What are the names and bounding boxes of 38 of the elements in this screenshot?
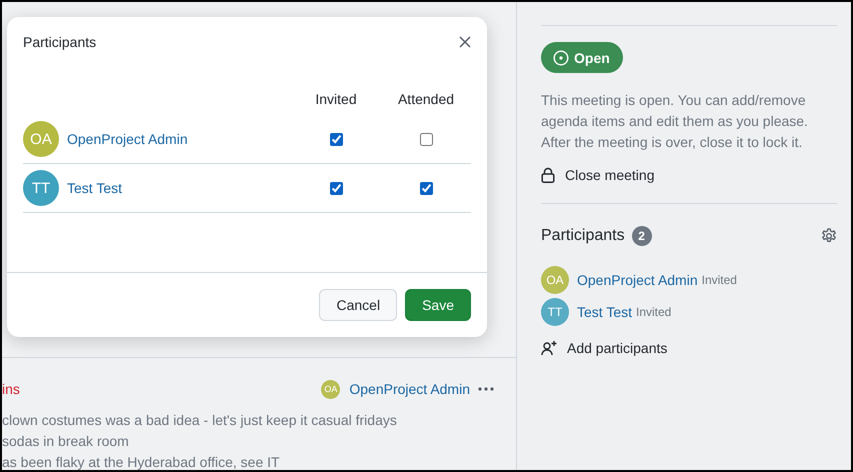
avatar: OA [321, 380, 340, 398]
checkbox[interactable] [330, 182, 342, 194]
checkbox[interactable] [420, 132, 432, 146]
participant-name[interactable]: OpenProject Admin [67, 131, 188, 147]
agenda-note: sodas in break room [2, 432, 130, 451]
status-description: This meeting is open. You can add/remove agenda items and edit them as you please. After the meeting is over, close it to lock it. [541, 91, 809, 152]
avatar: TT [541, 298, 569, 326]
close-meeting-button[interactable]: Close meeting [541, 167, 654, 183]
agenda-note: as been flaky at the Hyderabad office, see IT [2, 453, 281, 470]
participant-name[interactable]: Test Test [67, 180, 122, 196]
checkbox[interactable] [420, 182, 432, 194]
participant-status: Invited [636, 305, 672, 319]
close-button[interactable] [459, 36, 471, 48]
avatar: OA [23, 121, 59, 157]
participant-name[interactable]: OpenProject Admin [577, 272, 698, 288]
cancel-button[interactable]: Cancel [319, 289, 398, 321]
author-name[interactable]: OpenProject Admin [349, 381, 470, 397]
add-person-icon [541, 340, 557, 356]
circle-dot-icon [553, 50, 569, 66]
save-button[interactable]: Save [405, 289, 471, 321]
lock-icon [541, 167, 555, 183]
section-title: Participants [541, 227, 625, 245]
avatar: OA [541, 266, 569, 294]
close-icon [459, 36, 471, 48]
column-header: Invited [314, 91, 358, 109]
checkbox[interactable] [330, 132, 342, 146]
item-title[interactable]: ins [2, 381, 322, 397]
more-icon[interactable] [478, 387, 494, 391]
avatar: TT [23, 170, 59, 206]
column-header: Attended [396, 91, 456, 109]
dialog-title: Participants [23, 34, 98, 50]
status-badge: Open [541, 42, 623, 73]
settings-icon[interactable] [821, 228, 837, 244]
add-participants-button[interactable]: Add participants [541, 340, 668, 356]
count-badge: 2 [632, 226, 652, 246]
agenda-note: clown costumes was a bad idea - let's just keep it casual fridays [2, 411, 398, 430]
participant-status: Invited [702, 273, 737, 287]
participant-name[interactable]: Test Test [577, 304, 632, 320]
